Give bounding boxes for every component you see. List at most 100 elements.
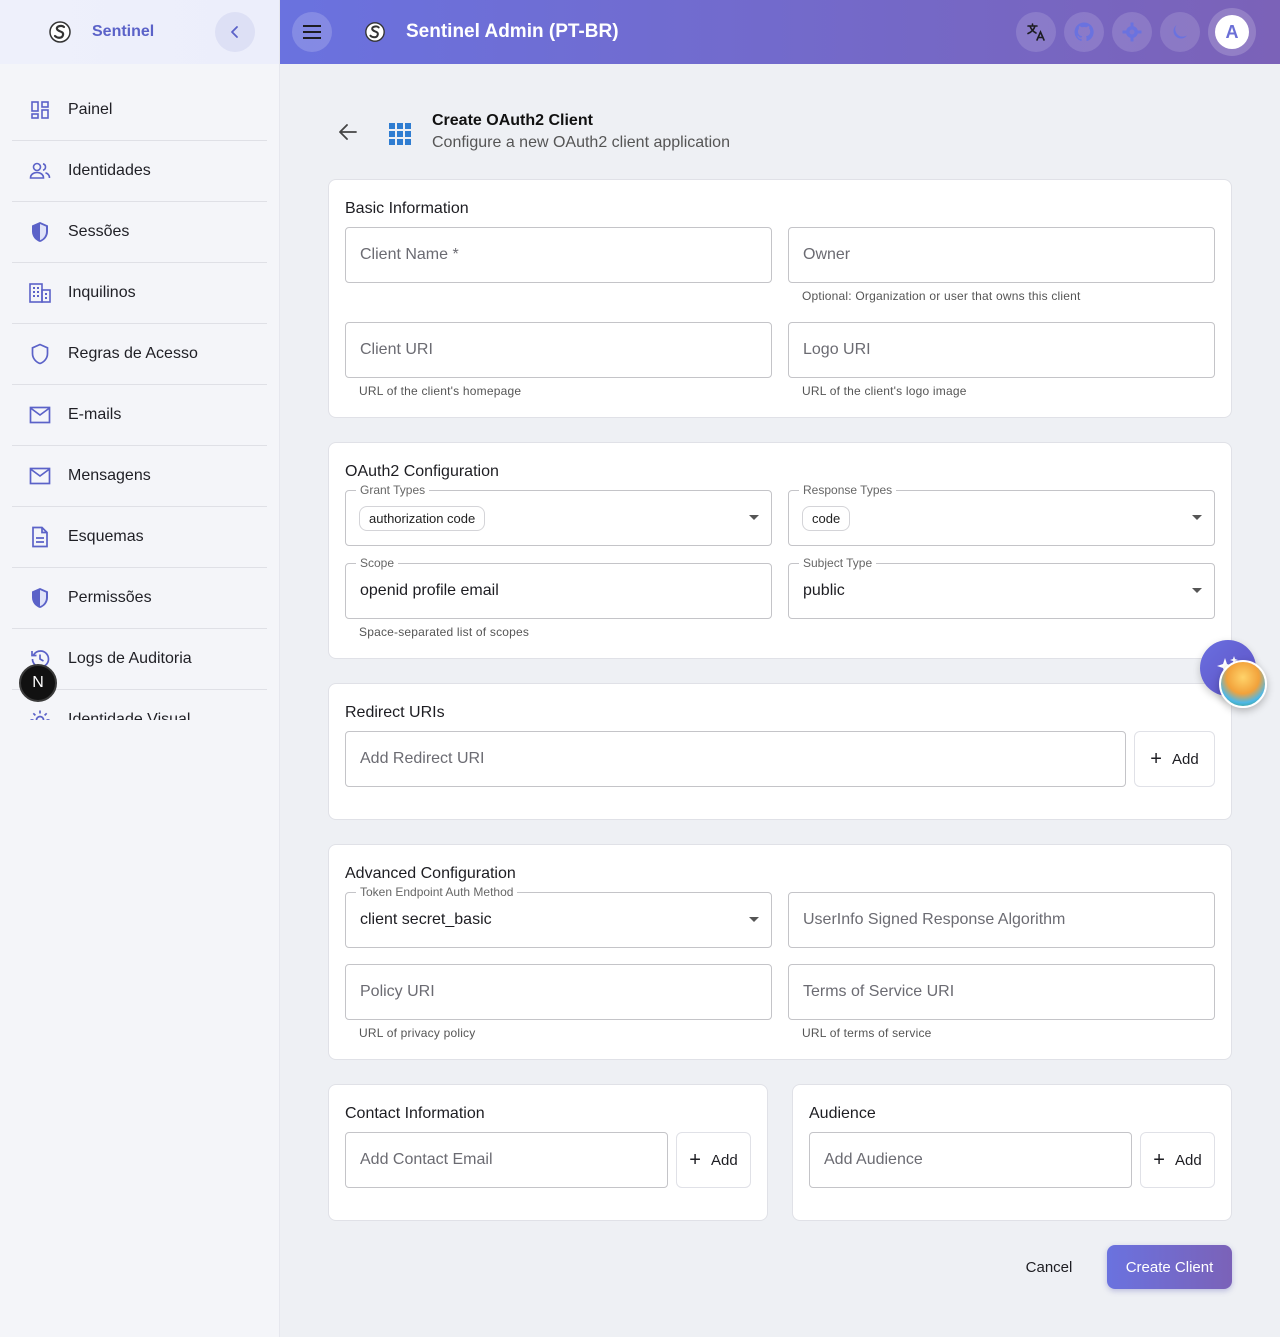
sidebar-item-esquemas[interactable]: Esquemas — [12, 507, 267, 568]
card-title: Advanced Configuration — [345, 865, 516, 882]
logo-uri-input[interactable]: Logo URI — [788, 322, 1215, 378]
language-button[interactable] — [1016, 12, 1056, 52]
collapse-sidebar-button[interactable] — [215, 12, 255, 52]
avatar: A — [1215, 15, 1249, 49]
apps-grid-icon — [389, 123, 411, 145]
cancel-button[interactable]: Cancel — [1008, 1245, 1090, 1289]
gear-icon — [1122, 22, 1142, 42]
client-uri-input[interactable]: Client URI — [345, 322, 772, 378]
sentinel-logo-icon — [365, 22, 385, 42]
field-value: client secret_basic — [360, 911, 492, 928]
placeholder: Terms of Service URI — [803, 983, 955, 1000]
user-menu-button[interactable]: A — [1208, 8, 1256, 56]
sidebar-item-label: Permissões — [68, 589, 152, 606]
audience-input[interactable]: Add Audience — [809, 1132, 1132, 1188]
placeholder: Add Redirect URI — [360, 750, 485, 767]
advanced-configuration-card: Advanced Configuration Token Endpoint Au… — [328, 844, 1232, 1060]
sidebar-item-permissoes[interactable]: Permissões — [12, 568, 267, 629]
sidebar-item-painel[interactable]: Painel — [12, 80, 267, 141]
field-value: openid profile email — [360, 582, 499, 599]
field-value: public — [803, 582, 845, 599]
next-dev-badge[interactable]: N — [19, 664, 57, 702]
sidebar-item-label: Mensagens — [68, 467, 151, 484]
sidebar-item-inquilinos[interactable]: Inquilinos — [12, 263, 267, 324]
field-label: Subject Type — [799, 556, 877, 570]
page-header: Create OAuth2 Client Configure a new OAu… — [328, 64, 1232, 180]
placeholder: Add Audience — [824, 1151, 923, 1168]
gear-icon — [30, 710, 50, 720]
chevron-left-icon — [231, 26, 238, 38]
dropdown-caret-icon — [1192, 588, 1202, 593]
userinfo-signed-response-alg-input[interactable]: UserInfo Signed Response Algorithm — [788, 892, 1215, 948]
owner-input[interactable]: Owner — [788, 227, 1215, 283]
plus-icon: + — [689, 1149, 701, 1171]
topbar-actions: A — [1016, 8, 1256, 56]
main-content: Create OAuth2 Client Configure a new OAu… — [328, 64, 1232, 1289]
oauth2-configuration-card: OAuth2 Configuration Grant Types authori… — [328, 442, 1232, 659]
sidebar-item-label: Esquemas — [68, 528, 144, 545]
response-type-chip[interactable]: code — [802, 506, 851, 531]
terms-of-service-uri-input[interactable]: Terms of Service URI — [788, 964, 1215, 1020]
sidebar-item-sessoes[interactable]: Sessões — [12, 202, 267, 263]
card-title: Audience — [809, 1105, 876, 1122]
card-title: Contact Information — [345, 1105, 485, 1122]
page-heading: Create OAuth2 Client Configure a new OAu… — [432, 112, 730, 152]
client-uri-helper: URL of the client's homepage — [359, 384, 522, 398]
sidebar-item-label: Logs de Auditoria — [68, 650, 192, 667]
policy-uri-input[interactable]: Policy URI — [345, 964, 772, 1020]
dashboard-icon — [31, 101, 49, 119]
hamburger-menu-icon — [303, 25, 321, 39]
dark-mode-button[interactable] — [1160, 12, 1200, 52]
add-audience-button[interactable]: + Add — [1140, 1132, 1215, 1188]
client-name-input[interactable]: Client Name * — [345, 227, 772, 283]
add-contact-button[interactable]: + Add — [676, 1132, 751, 1188]
translate-icon — [1027, 23, 1045, 41]
sidebar-item-mensagens[interactable]: Mensagens — [12, 446, 267, 507]
placeholder: UserInfo Signed Response Algorithm — [803, 911, 1066, 928]
contact-information-card: Contact Information Add Contact Email + … — [328, 1084, 768, 1221]
dropdown-caret-icon — [749, 515, 759, 520]
grant-types-select[interactable]: Grant Types authorization code — [345, 483, 772, 546]
plus-icon: + — [1150, 748, 1162, 770]
redirect-uris-card: Redirect URIs Add Redirect URI + Add — [328, 683, 1232, 820]
shield-half-icon — [32, 222, 48, 242]
field-label: Grant Types — [356, 483, 430, 497]
sidebar-item-regras-de-acesso[interactable]: Regras de Acesso — [12, 324, 267, 385]
placeholder: Client Name * — [360, 246, 459, 263]
placeholder: Add Contact Email — [360, 1151, 493, 1168]
sidebar-brand: Sentinel — [92, 23, 155, 40]
create-client-button[interactable]: Create Client — [1107, 1245, 1232, 1289]
github-button[interactable] — [1064, 12, 1104, 52]
button-label: Add — [1174, 1151, 1202, 1169]
placeholder: Policy URI — [360, 983, 435, 1000]
audience-card: Audience Add Audience + Add — [792, 1084, 1232, 1221]
sidebar-item-label: E-mails — [68, 406, 122, 423]
building-icon — [29, 283, 51, 303]
sidebar: Sentinel Painel Identidades Sessões Inqu… — [0, 0, 280, 1337]
token-endpoint-auth-method-select[interactable]: Token Endpoint Auth Method client secret… — [345, 885, 772, 948]
redirect-uri-input[interactable]: Add Redirect URI — [345, 731, 1126, 787]
scope-input[interactable]: Scope openid profile email — [345, 556, 772, 619]
field-label: Response Types — [799, 483, 897, 497]
placeholder: Client URI — [360, 341, 433, 358]
sidebar-header: Sentinel — [0, 0, 279, 64]
subject-type-select[interactable]: Subject Type public — [788, 556, 1215, 619]
theme-avatar-button[interactable] — [1219, 660, 1267, 708]
card-title: OAuth2 Configuration — [345, 463, 499, 480]
menu-button[interactable] — [292, 12, 332, 52]
document-icon — [32, 526, 48, 548]
sidebar-item-identidades[interactable]: Identidades — [12, 141, 267, 202]
users-icon — [29, 162, 51, 179]
placeholder: Owner — [803, 246, 851, 263]
grant-type-chip[interactable]: authorization code — [359, 506, 486, 531]
sidebar-nav: Painel Identidades Sessões Inquilinos Re… — [0, 64, 279, 720]
button-label: Add — [710, 1151, 738, 1169]
sidebar-item-label: Regras de Acesso — [68, 345, 198, 362]
moon-icon — [1173, 25, 1187, 39]
add-redirect-uri-button[interactable]: + Add — [1134, 731, 1215, 787]
sidebar-item-e-mails[interactable]: E-mails — [12, 385, 267, 446]
contact-email-input[interactable]: Add Contact Email — [345, 1132, 668, 1188]
response-types-select[interactable]: Response Types code — [788, 483, 1215, 546]
settings-button[interactable] — [1112, 12, 1152, 52]
back-arrow-icon[interactable] — [336, 120, 360, 144]
